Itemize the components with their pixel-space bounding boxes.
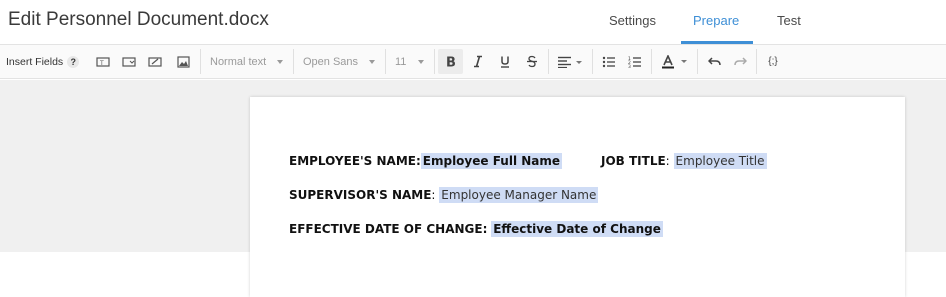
font-size-value: 11 — [395, 55, 407, 68]
effective-date-field[interactable]: Effective Date of Change — [491, 221, 663, 237]
align-select[interactable] — [553, 45, 587, 78]
job-title-label: JOB TITLE — [601, 154, 666, 168]
numbered-list-icon[interactable]: 123 — [624, 45, 646, 78]
help-icon[interactable]: ? — [67, 55, 80, 68]
font-size-select[interactable]: 11 — [395, 45, 431, 78]
effective-date-label: EFFECTIVE DATE OF CHANGE: — [289, 222, 488, 236]
formatting-toolbar: Insert Fields ? T Normal text Open Sans … — [0, 44, 946, 79]
code-block-button[interactable]: {;} — [762, 45, 784, 78]
employee-name-field[interactable]: Employee Full Name — [420, 153, 563, 169]
job-title-line: JOB TITLE: Employee Title — [601, 153, 767, 169]
italic-button[interactable] — [466, 45, 490, 78]
insert-fields-group: Insert Fields ? — [6, 45, 80, 78]
chevron-down-icon — [277, 60, 283, 64]
redo-icon[interactable] — [729, 45, 751, 78]
insert-signature-field-icon[interactable] — [144, 45, 166, 78]
supervisor-name-label: SUPERVISOR'S NAME — [289, 188, 432, 202]
toolbar-divider — [651, 49, 652, 74]
supervisor-name-line: SUPERVISOR'S NAME: Employee Manager Name — [289, 187, 599, 203]
document-canvas[interactable]: EMPLOYEE'S NAME: Employee Full Name JOB T… — [0, 80, 946, 297]
undo-icon[interactable] — [703, 45, 725, 78]
job-title-field[interactable]: Employee Title — [673, 153, 767, 169]
tab-settings[interactable]: Settings — [609, 13, 656, 28]
toolbar-divider — [756, 49, 757, 74]
effective-date-line: EFFECTIVE DATE OF CHANGE: Effective Date… — [289, 221, 663, 237]
tab-prepare[interactable]: Prepare — [693, 13, 739, 28]
text-style-value: Normal text — [210, 55, 267, 68]
chevron-down-icon — [418, 60, 424, 64]
toolbar-divider — [200, 49, 201, 74]
code-block-label: {;} — [768, 56, 778, 67]
insert-text-field-icon[interactable]: T — [92, 45, 114, 78]
toolbar-divider — [434, 49, 435, 74]
employee-name-line: EMPLOYEE'S NAME: Employee Full Name — [289, 153, 563, 169]
insert-dropdown-field-icon[interactable] — [118, 45, 140, 78]
bold-button[interactable]: B — [438, 49, 463, 74]
job-title-separator: : — [665, 154, 670, 168]
toolbar-divider — [385, 49, 386, 74]
insert-fields-label: Insert Fields — [6, 55, 64, 68]
document-title: Edit Personnel Document.docx — [8, 9, 269, 30]
strikethrough-button[interactable] — [520, 45, 544, 78]
bulleted-list-icon[interactable] — [598, 45, 620, 78]
toolbar-divider — [548, 49, 549, 74]
toolbar-divider — [293, 49, 294, 74]
chevron-down-icon — [369, 60, 375, 64]
tab-test[interactable]: Test — [777, 13, 801, 28]
svg-text:T: T — [99, 60, 104, 67]
toolbar-divider — [697, 49, 698, 74]
svg-text:3: 3 — [628, 64, 631, 68]
document-page[interactable]: EMPLOYEE'S NAME: Employee Full Name JOB T… — [250, 97, 905, 297]
insert-image-icon[interactable] — [172, 45, 194, 78]
employee-name-label: EMPLOYEE'S NAME: — [289, 154, 421, 168]
toolbar-divider — [592, 49, 593, 74]
app-header: Edit Personnel Document.docx Settings Pr… — [0, 0, 946, 44]
supervisor-name-separator: : — [431, 188, 436, 202]
font-family-value: Open Sans — [303, 55, 359, 68]
supervisor-name-field[interactable]: Employee Manager Name — [439, 187, 599, 203]
svg-text:B: B — [446, 56, 456, 69]
text-color-select[interactable] — [657, 45, 693, 78]
underline-button[interactable] — [493, 45, 517, 78]
